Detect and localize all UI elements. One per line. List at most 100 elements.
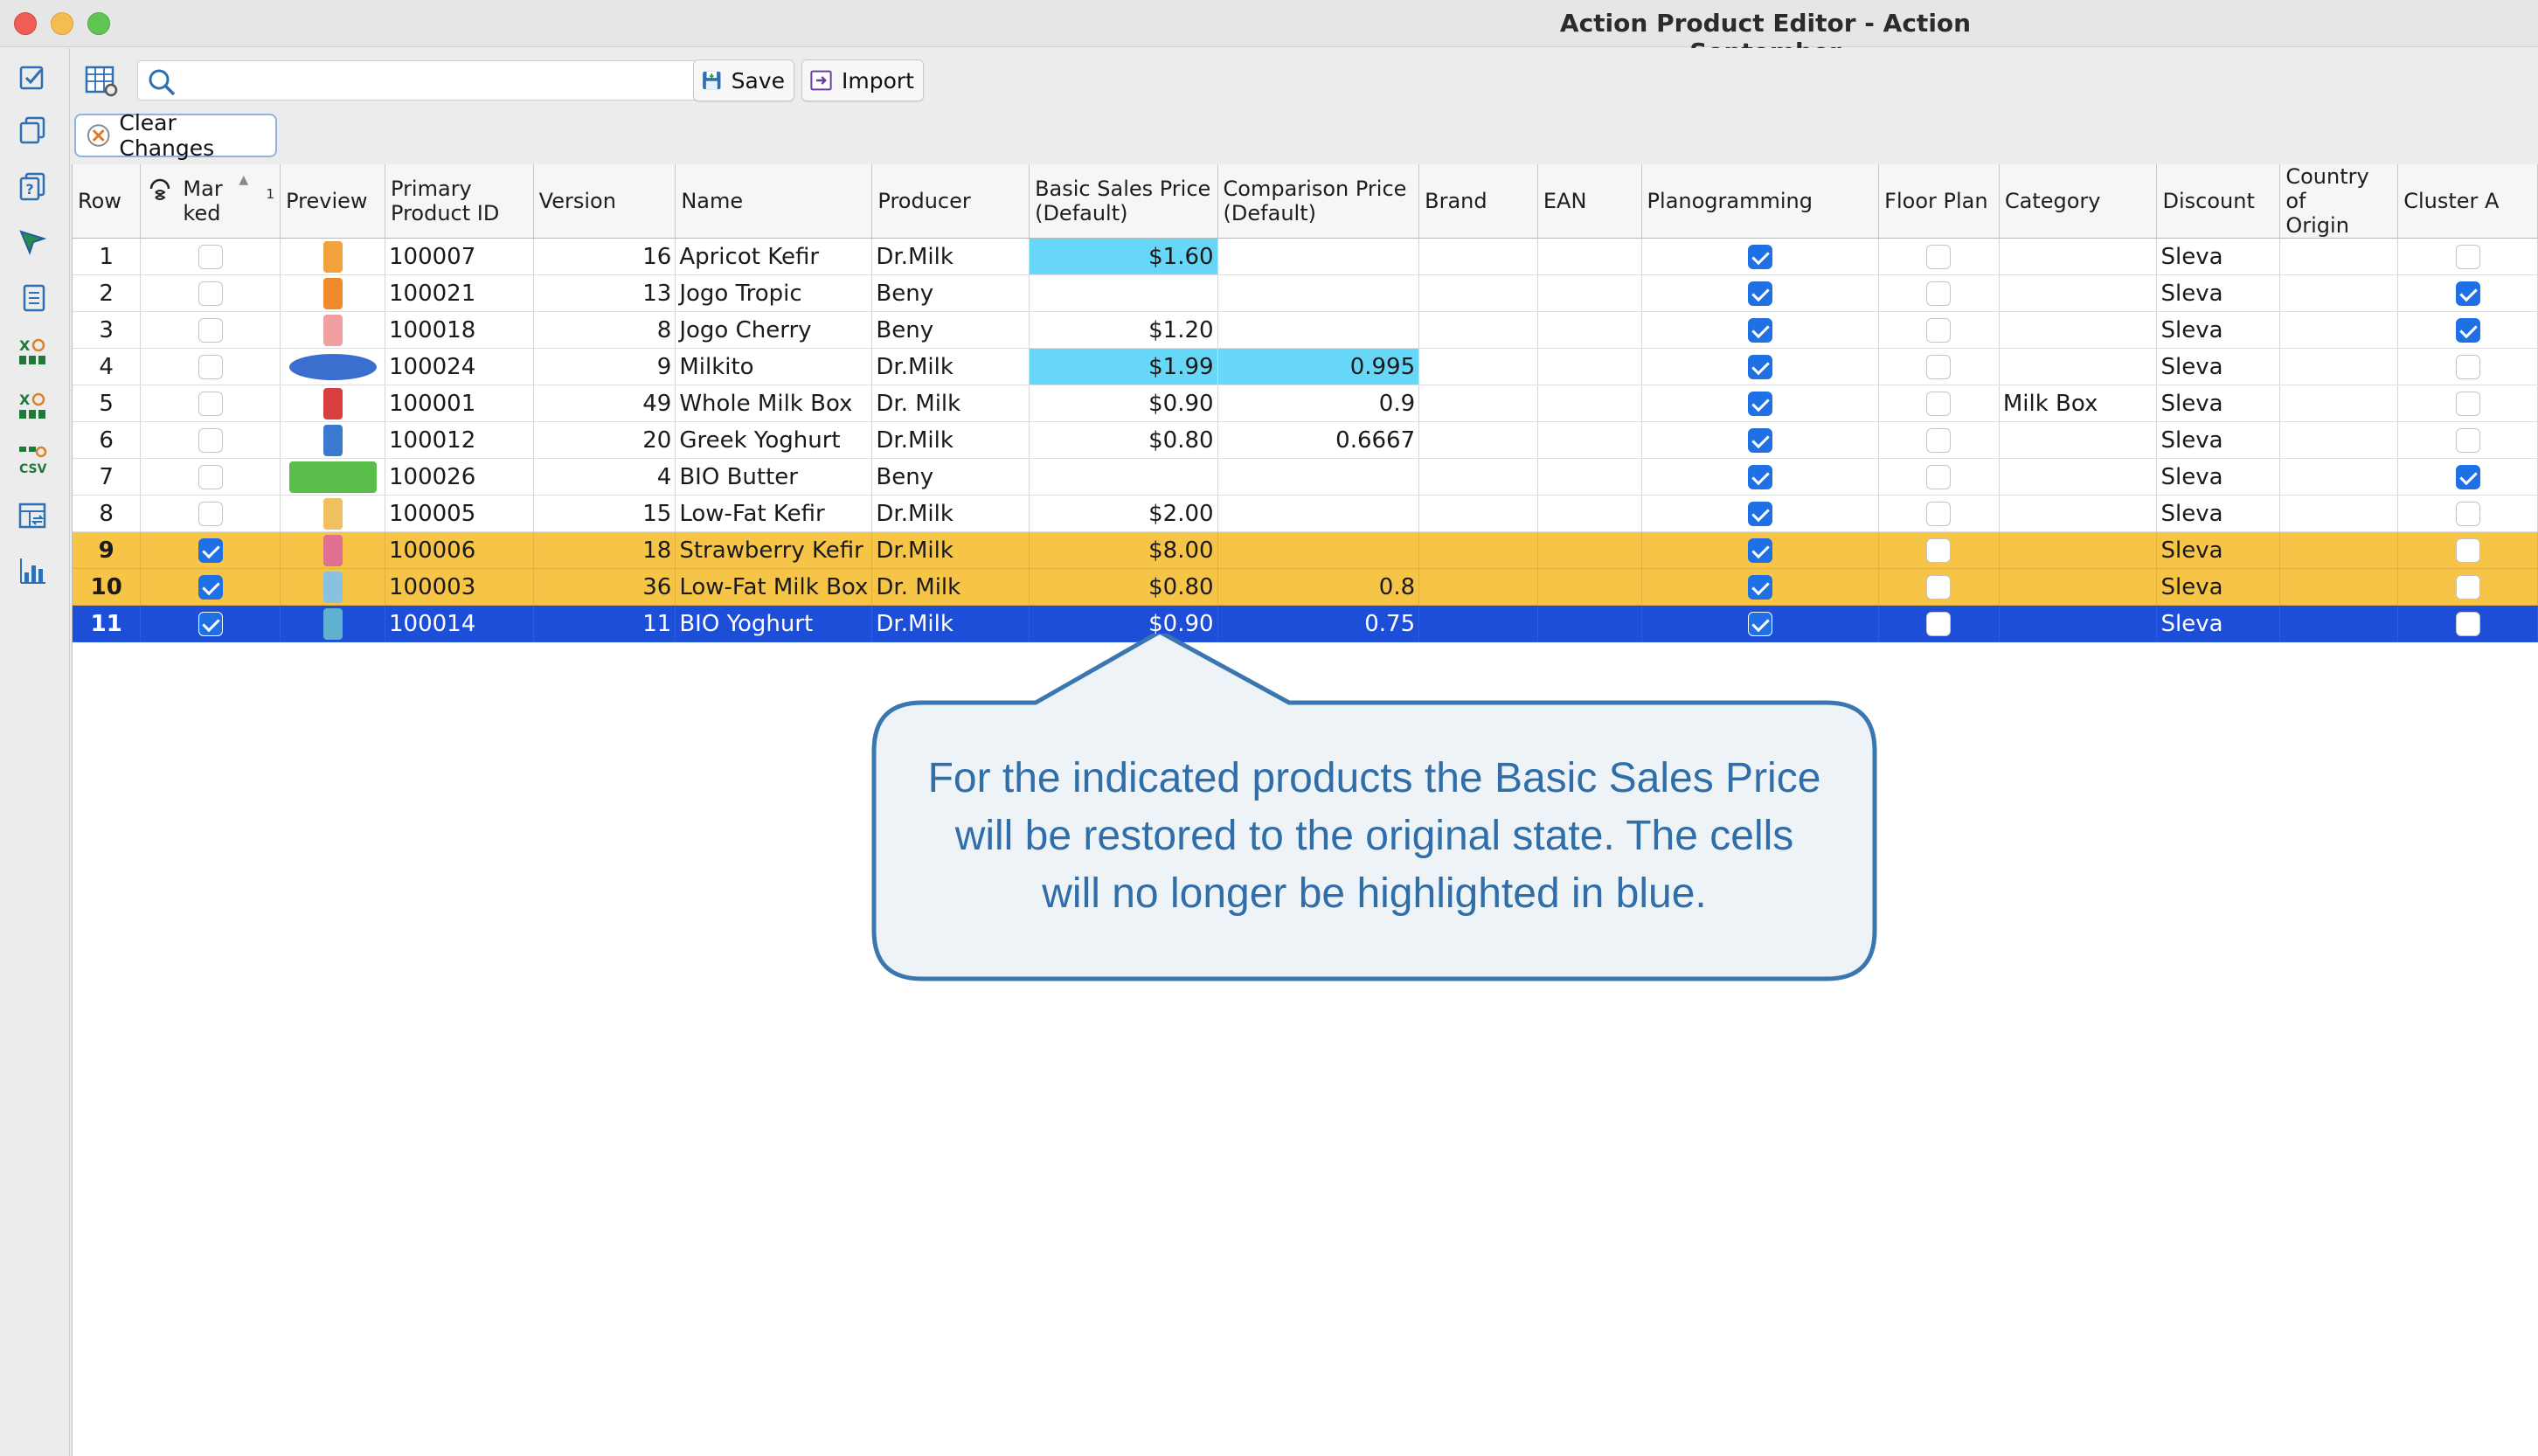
select-cursor-icon[interactable] bbox=[17, 226, 49, 258]
version-cell[interactable]: 16 bbox=[533, 238, 676, 275]
comparison-price-cell[interactable] bbox=[1217, 311, 1420, 349]
version-cell[interactable]: 20 bbox=[533, 421, 676, 459]
category-cell[interactable] bbox=[1999, 421, 2158, 459]
category-cell[interactable] bbox=[1999, 348, 2158, 385]
producer-cell[interactable]: Dr.Milk bbox=[871, 238, 1030, 275]
search-box[interactable] bbox=[137, 60, 740, 101]
version-cell[interactable]: 11 bbox=[533, 605, 676, 642]
discount-cell[interactable]: Sleva bbox=[2156, 274, 2281, 312]
basic-sales-price-cell[interactable]: $1.20 bbox=[1029, 311, 1218, 349]
brand-cell[interactable] bbox=[1418, 311, 1538, 349]
zoom-window-button[interactable] bbox=[87, 12, 110, 35]
cluster-a-checkbox[interactable] bbox=[2455, 245, 2480, 269]
header-producer[interactable]: Producer bbox=[871, 164, 1030, 239]
header-primary-product-id[interactable]: Primary Product ID bbox=[385, 164, 534, 239]
ean-cell[interactable] bbox=[1537, 274, 1642, 312]
comparison-price-cell[interactable] bbox=[1217, 274, 1420, 312]
country-of-origin-cell[interactable] bbox=[2279, 274, 2399, 312]
planogramming-cell[interactable] bbox=[1641, 458, 1880, 496]
product-id-cell[interactable]: 100006 bbox=[385, 531, 534, 569]
country-of-origin-cell[interactable] bbox=[2279, 605, 2399, 642]
planogramming-cell[interactable] bbox=[1641, 421, 1880, 459]
marked-checkbox[interactable] bbox=[198, 612, 223, 636]
floor-plan-checkbox[interactable] bbox=[1926, 281, 1952, 306]
cluster-a-cell[interactable] bbox=[2397, 458, 2538, 496]
country-of-origin-cell[interactable] bbox=[2279, 311, 2399, 349]
marked-checkbox[interactable] bbox=[198, 318, 223, 343]
header-comparison-price[interactable]: Comparison Price (Default) bbox=[1217, 164, 1420, 239]
discount-cell[interactable]: Sleva bbox=[2156, 458, 2281, 496]
ean-cell[interactable] bbox=[1537, 421, 1642, 459]
cluster-a-cell[interactable] bbox=[2397, 348, 2538, 385]
discount-cell[interactable]: Sleva bbox=[2156, 385, 2281, 422]
marked-cell[interactable] bbox=[140, 274, 281, 312]
product-id-cell[interactable]: 100018 bbox=[385, 311, 534, 349]
floor-plan-checkbox[interactable] bbox=[1926, 318, 1952, 343]
search-input[interactable] bbox=[184, 66, 725, 94]
cluster-a-checkbox[interactable] bbox=[2455, 502, 2480, 526]
country-of-origin-cell[interactable] bbox=[2279, 495, 2399, 532]
marked-checkbox[interactable] bbox=[198, 502, 223, 526]
planogramming-checkbox[interactable] bbox=[1747, 575, 1772, 600]
name-cell[interactable]: BIO Yoghurt bbox=[675, 605, 873, 642]
cluster-a-checkbox[interactable] bbox=[2455, 428, 2480, 453]
header-category[interactable]: Category bbox=[1999, 164, 2158, 239]
product-id-cell[interactable]: 100021 bbox=[385, 274, 534, 312]
discount-cell[interactable]: Sleva bbox=[2156, 495, 2281, 532]
excel-import-icon[interactable]: X bbox=[17, 336, 49, 368]
discount-cell[interactable]: Sleva bbox=[2156, 568, 2281, 606]
copy-icon[interactable] bbox=[17, 114, 49, 146]
planogramming-cell[interactable] bbox=[1641, 568, 1880, 606]
product-id-cell[interactable]: 100012 bbox=[385, 421, 534, 459]
marked-cell[interactable] bbox=[140, 238, 281, 275]
import-button[interactable]: Import bbox=[801, 59, 924, 101]
producer-cell[interactable]: Beny bbox=[871, 458, 1030, 496]
producer-cell[interactable]: Dr.Milk bbox=[871, 348, 1030, 385]
floor-plan-checkbox[interactable] bbox=[1926, 465, 1952, 489]
ean-cell[interactable] bbox=[1537, 495, 1642, 532]
header-ean[interactable]: EAN bbox=[1537, 164, 1642, 239]
marked-cell[interactable] bbox=[140, 495, 281, 532]
cluster-a-cell[interactable] bbox=[2397, 421, 2538, 459]
planogramming-checkbox[interactable] bbox=[1747, 318, 1772, 343]
save-button[interactable]: Save bbox=[693, 59, 794, 101]
brand-cell[interactable] bbox=[1418, 421, 1538, 459]
header-marked[interactable]: ▲ 1 Mar ked bbox=[140, 164, 281, 239]
product-id-cell[interactable]: 100005 bbox=[385, 495, 534, 532]
table-row[interactable]: 2 100021 13 Jogo Tropic Beny Sleva bbox=[73, 274, 2538, 312]
brand-cell[interactable] bbox=[1418, 385, 1538, 422]
cluster-a-cell[interactable] bbox=[2397, 385, 2538, 422]
basic-sales-price-cell[interactable]: $0.90 bbox=[1029, 385, 1218, 422]
comparison-price-cell[interactable] bbox=[1217, 238, 1420, 275]
basic-sales-price-cell[interactable] bbox=[1029, 274, 1218, 312]
floor-plan-checkbox[interactable] bbox=[1926, 502, 1952, 526]
discount-cell[interactable]: Sleva bbox=[2156, 238, 2281, 275]
marked-checkbox[interactable] bbox=[198, 392, 223, 416]
product-id-cell[interactable]: 100024 bbox=[385, 348, 534, 385]
planogramming-cell[interactable] bbox=[1641, 531, 1880, 569]
brand-cell[interactable] bbox=[1418, 495, 1538, 532]
planogramming-cell[interactable] bbox=[1641, 348, 1880, 385]
country-of-origin-cell[interactable] bbox=[2279, 531, 2399, 569]
header-country-of-origin[interactable]: Country of Origin bbox=[2279, 164, 2399, 239]
country-of-origin-cell[interactable] bbox=[2279, 348, 2399, 385]
category-cell[interactable] bbox=[1999, 274, 2158, 312]
floor-plan-cell[interactable] bbox=[1878, 238, 2000, 275]
name-cell[interactable]: Strawberry Kefir bbox=[675, 531, 873, 569]
category-cell[interactable]: Milk Box bbox=[1999, 385, 2158, 422]
table-row[interactable]: 6 100012 20 Greek Yoghurt Dr.Milk $0.80 0.6667… bbox=[73, 421, 2538, 459]
planogramming-checkbox[interactable] bbox=[1747, 465, 1772, 489]
producer-cell[interactable]: Dr.Milk bbox=[871, 531, 1030, 569]
brand-cell[interactable] bbox=[1418, 458, 1538, 496]
category-cell[interactable] bbox=[1999, 495, 2158, 532]
floor-plan-cell[interactable] bbox=[1878, 311, 2000, 349]
header-brand[interactable]: Brand bbox=[1418, 164, 1538, 239]
table-row[interactable]: 5 100001 49 Whole Milk Box Dr. Milk $0.90 0.9 M… bbox=[73, 385, 2538, 422]
ean-cell[interactable] bbox=[1537, 238, 1642, 275]
basic-sales-price-cell[interactable]: $0.80 bbox=[1029, 421, 1218, 459]
planogramming-cell[interactable] bbox=[1641, 311, 1880, 349]
version-cell[interactable]: 49 bbox=[533, 385, 676, 422]
table-transfer-icon[interactable] bbox=[17, 501, 49, 532]
country-of-origin-cell[interactable] bbox=[2279, 458, 2399, 496]
country-of-origin-cell[interactable] bbox=[2279, 421, 2399, 459]
